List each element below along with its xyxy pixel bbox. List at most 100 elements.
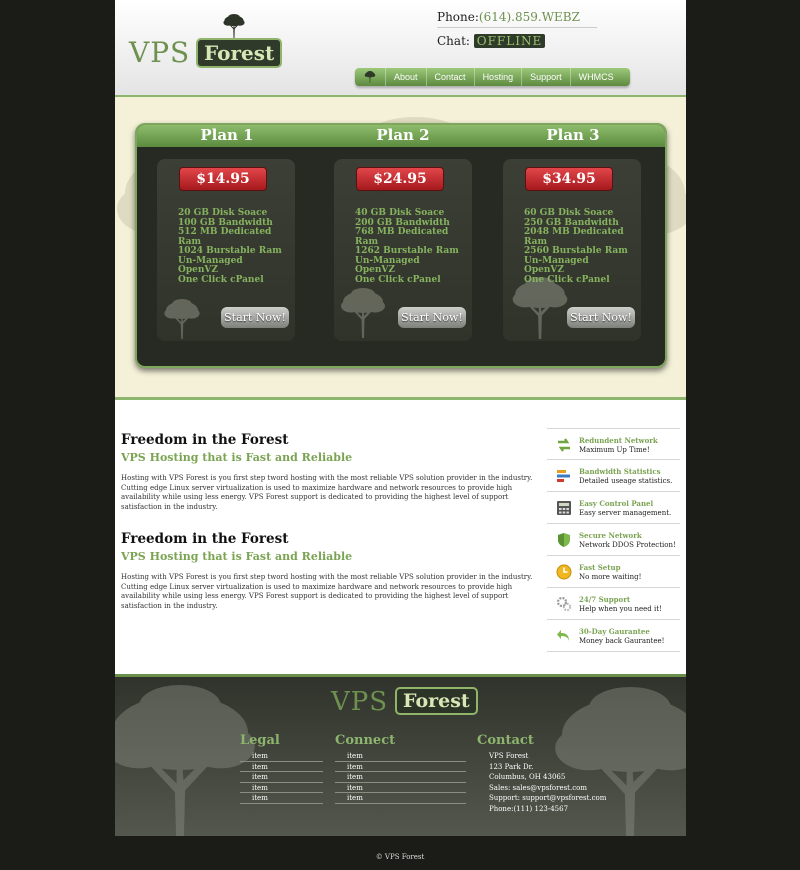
sidebar-item-network[interactable]: Redundent Network Maximum Up Time!: [547, 428, 680, 460]
sidebar-desc: Money back Gaurantee!: [579, 637, 665, 645]
phone-line: Phone:(614).859.WEBZ: [437, 8, 597, 28]
sidebar-title: Fast Setup: [579, 563, 621, 572]
contact-line: VPS Forest: [489, 752, 529, 760]
plan-features: 20 GB Disk Soace 100 GB Bandwidth 512 MB…: [178, 208, 293, 285]
footer-contact: Contact VPS Forest 123 Park Dr. Columbus…: [477, 733, 627, 814]
bar-chart-icon: [557, 470, 570, 482]
plan-tree-icon: [512, 277, 568, 339]
sidebar-desc: Help when you need it!: [579, 605, 662, 613]
connect-link[interactable]: item: [335, 772, 466, 783]
plan-tree-icon: [341, 288, 385, 338]
nav-whmcs[interactable]: WHMCS: [569, 68, 622, 86]
site-logo[interactable]: VPS Forest: [129, 14, 283, 69]
plans-panel: Plan 1 Plan 2 Plan 3 $14.95 20 GB Disk S…: [135, 123, 667, 368]
connect-link[interactable]: item: [335, 751, 466, 762]
sidebar-desc: Network DDOS Protection!: [579, 541, 676, 549]
legal-link[interactable]: item: [240, 772, 323, 783]
plan-card-2: $24.95 40 GB Disk Soace 200 GB Bandwidth…: [334, 159, 472, 341]
footer-logo-vps: VPS: [331, 687, 389, 717]
sidebar-item-bandwidth[interactable]: Bandwidth Statistics Detailed useage sta…: [547, 460, 680, 492]
feature-item: One Click cPanel: [355, 274, 441, 285]
article: Freedom in the Forest VPS Hosting that i…: [121, 432, 536, 512]
calculator-icon: [557, 501, 571, 515]
header: VPS Forest Phone:(614).859.WEBZ Chat: OF…: [115, 0, 686, 95]
chat-status-badge[interactable]: OFFLINE: [473, 34, 546, 48]
feature-item: 2048 MB Dedicated Ram: [524, 227, 624, 247]
footer-connect: Connect item item item item item: [335, 733, 466, 804]
sidebar-title: Redundent Network: [579, 436, 658, 445]
contact-phone: Phone:(111) 123-4567: [489, 804, 569, 813]
phone-number[interactable]: (614).859.WEBZ: [479, 10, 580, 24]
nav-contact[interactable]: Contact: [425, 68, 474, 86]
copyright: © VPS Forest: [375, 853, 425, 861]
phone-label: Phone:: [437, 10, 479, 24]
return-arrow-icon: [557, 630, 569, 641]
feature-sidebar: Redundent Network Maximum Up Time! Bandw…: [547, 428, 680, 652]
clock-icon: [556, 564, 572, 580]
footer-legal: Legal item item item item item: [240, 733, 323, 804]
logo-forest-text: Forest: [196, 38, 283, 68]
plan-price: $14.95: [179, 167, 267, 191]
sidebar-item-control-panel[interactable]: Easy Control Panel Easy server managemen…: [547, 492, 680, 524]
start-now-button[interactable]: Start Now!: [398, 307, 466, 328]
legal-link[interactable]: item: [240, 793, 323, 804]
plan-2-title: Plan 2: [376, 126, 430, 144]
connect-link[interactable]: item: [335, 762, 466, 772]
sidebar-desc: Detailed useage statistics.: [579, 477, 673, 485]
sidebar-desc: Easy server management.: [579, 509, 672, 517]
feature-item: One Click cPanel: [524, 274, 610, 285]
sidebar-item-setup[interactable]: Fast Setup No more waiting!: [547, 556, 680, 588]
sidebar-item-guarantee[interactable]: 30-Day Gaurantee Money back Gaurantee!: [547, 620, 680, 652]
nav-hosting[interactable]: Hosting: [473, 68, 522, 86]
sidebar-item-security[interactable]: Secure Network Network DDOS Protection!: [547, 524, 680, 556]
legal-link[interactable]: item: [240, 751, 323, 762]
contact-line: Columbus, OH 43065: [489, 773, 566, 781]
article: Freedom in the Forest VPS Hosting that i…: [121, 531, 536, 611]
sidebar-desc: No more waiting!: [579, 573, 642, 581]
plan-card-3: $34.95 60 GB Disk Soace 250 GB Bandwidth…: [503, 159, 641, 341]
article-body: Hosting with VPS Forest is you first ste…: [121, 573, 533, 610]
legal-list: item item item item item: [240, 751, 323, 804]
sidebar-title: Secure Network: [579, 531, 642, 540]
chat-line: Chat: OFFLINE: [437, 32, 597, 52]
start-now-button[interactable]: Start Now!: [221, 307, 289, 328]
legal-link[interactable]: item: [240, 762, 323, 772]
plan-price: $24.95: [356, 167, 444, 191]
sidebar-title: 30-Day Gaurantee: [579, 627, 650, 636]
plan-1-title: Plan 1: [200, 126, 254, 144]
nav-about[interactable]: About: [385, 68, 426, 86]
contact-line: 123 Park Dr.: [489, 762, 534, 771]
feature-item: One Click cPanel: [178, 274, 264, 285]
logo-tree-icon: [223, 14, 245, 38]
start-now-button[interactable]: Start Now!: [567, 307, 635, 328]
connect-link[interactable]: item: [335, 793, 466, 804]
contact-support-email[interactable]: Support: support@vpsforest.com: [477, 793, 627, 804]
plan-features: 40 GB Disk Soace 200 GB Bandwidth 768 MB…: [355, 208, 470, 285]
chat-label: Chat:: [437, 34, 470, 48]
page-container: VPS Forest Phone:(614).859.WEBZ Chat: OF…: [115, 0, 686, 836]
sidebar-title: Easy Control Panel: [579, 499, 654, 508]
feature-item: 768 MB Dedicated Ram: [355, 227, 449, 247]
nav-support[interactable]: Support: [521, 68, 570, 86]
footer-logo[interactable]: VPS Forest: [331, 685, 481, 719]
header-contact: Phone:(614).859.WEBZ Chat: OFFLINE: [437, 8, 597, 52]
footer-connect-title: Connect: [335, 733, 396, 748]
sidebar-title: Bandwidth Statistics: [579, 467, 661, 476]
legal-link[interactable]: item: [240, 783, 323, 793]
plan-price: $34.95: [525, 167, 613, 191]
gears-icon: [556, 596, 572, 612]
contact-sales-email[interactable]: Sales: sales@vpsforest.com: [477, 783, 627, 794]
network-arrows-icon: [558, 438, 570, 452]
sidebar-desc: Maximum Up Time!: [579, 446, 650, 454]
footer: VPS Forest Legal item item item item ite…: [115, 674, 686, 836]
sidebar-item-support[interactable]: 24/7 Support Help when you need it!: [547, 588, 680, 620]
connect-link[interactable]: item: [335, 783, 466, 793]
plan-tree-icon: [164, 299, 200, 339]
pricing-hero: Plan 1 Plan 2 Plan 3 $14.95 20 GB Disk S…: [115, 95, 686, 400]
plans-header: Plan 1 Plan 2 Plan 3: [137, 125, 665, 147]
home-tree-icon: [364, 71, 376, 83]
nav-home[interactable]: [355, 68, 385, 86]
article-subtitle: VPS Hosting that is Fast and Reliable: [121, 451, 353, 464]
feature-item: 512 MB Dedicated Ram: [178, 227, 272, 247]
plan-features: 60 GB Disk Soace 250 GB Bandwidth 2048 M…: [524, 208, 639, 285]
